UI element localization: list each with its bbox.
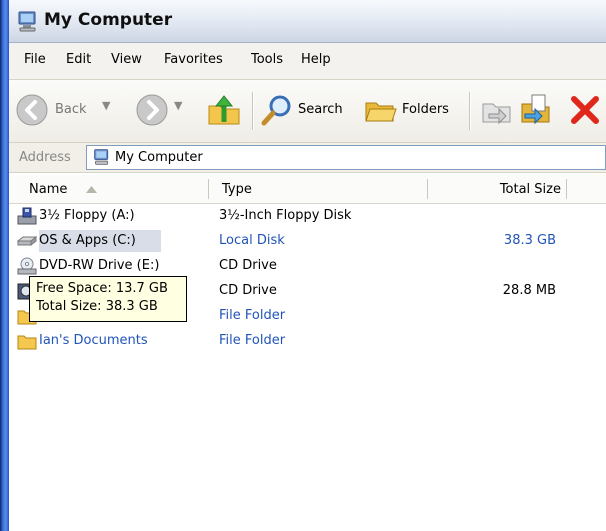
search-label: Search [298, 102, 343, 117]
search-icon [261, 95, 291, 126]
item-type: CD Drive [219, 258, 277, 273]
window-frame-left[interactable] [0, 0, 9, 531]
menu-tools[interactable]: Tools [251, 52, 283, 67]
column-name-label: Name [29, 182, 68, 197]
column-type-label: Type [222, 182, 252, 197]
folder-icon [17, 335, 37, 350]
tooltip-total-size: Total Size: 38.3 GB [36, 299, 158, 314]
search-button[interactable]: Search [260, 93, 356, 129]
forward-arrow-icon [136, 94, 168, 126]
item-name: OS & Apps (C:) [39, 233, 136, 248]
menu-help[interactable]: Help [301, 52, 331, 67]
column-header-type[interactable]: Type [210, 175, 426, 203]
item-name: 3½ Floppy (A:) [39, 208, 135, 223]
file-list: 3½ Floppy (A:) 3½-Inch Floppy Disk OS & … [9, 204, 606, 531]
item-name: DVD-RW Drive (E:) [39, 258, 160, 273]
move-to-icon[interactable] [481, 94, 513, 126]
list-item[interactable]: DVD-RW Drive (E:) CD Drive [9, 254, 606, 278]
menu-view[interactable]: View [111, 52, 142, 67]
folders-button[interactable]: Folders [364, 93, 460, 129]
menu-file[interactable]: File [24, 52, 46, 67]
toolbar-separator [252, 92, 253, 130]
window-title: My Computer [44, 10, 173, 30]
sort-ascending-icon [86, 186, 97, 193]
address-label: Address [19, 150, 71, 165]
menu-bar: File Edit View Favorites Tools Help [9, 43, 606, 80]
back-label: Back [55, 102, 87, 117]
item-total-size: 38.3 GB [503, 233, 556, 248]
item-type: CD Drive [219, 283, 277, 298]
forward-button[interactable]: ▼ [135, 93, 189, 129]
list-item[interactable]: Ian's Documents File Folder [9, 329, 606, 353]
item-total-size: 28.8 MB [502, 283, 556, 298]
dvd-drive-icon [17, 257, 37, 275]
floppy-drive-icon [17, 207, 37, 225]
menu-favorites[interactable]: Favorites [164, 52, 223, 67]
item-type: File Folder [219, 308, 286, 323]
address-field[interactable]: My Computer [86, 145, 606, 170]
explorer-window: My Computer File Edit View Favorites Too… [0, 0, 606, 531]
list-item[interactable]: 3½ Floppy (A:) 3½-Inch Floppy Disk [9, 204, 606, 228]
tooltip-free-space: Free Space: 13.7 GB [36, 281, 168, 296]
column-divider[interactable] [208, 179, 209, 199]
column-divider[interactable] [566, 179, 567, 199]
column-total-size-label: Total Size [499, 182, 561, 197]
column-header-bar: Name Type Total Size [9, 175, 606, 204]
chevron-down-icon[interactable]: ▼ [174, 99, 182, 112]
toolbar-separator [469, 92, 470, 130]
toolbar: Back ▼ ▼ Search Folders [9, 80, 606, 143]
item-type: File Folder [219, 333, 286, 348]
column-divider[interactable] [427, 179, 428, 199]
address-bar: Address My Computer [9, 143, 606, 173]
chevron-down-icon[interactable]: ▼ [102, 99, 110, 112]
folders-icon [365, 102, 397, 122]
delete-icon[interactable] [569, 94, 601, 126]
item-name: Ian's Documents [39, 333, 148, 348]
back-button[interactable]: Back ▼ [15, 93, 123, 129]
folders-label: Folders [402, 102, 449, 117]
column-header-total-size[interactable]: Total Size [429, 175, 565, 203]
up-folder-icon[interactable] [206, 92, 242, 128]
title-bar[interactable]: My Computer [9, 0, 606, 43]
column-header-name[interactable]: Name [9, 175, 207, 203]
address-value: My Computer [115, 150, 203, 165]
item-type: 3½-Inch Floppy Disk [219, 208, 352, 223]
list-item[interactable]: OS & Apps (C:) Local Disk 38.3 GB [9, 229, 606, 253]
hard-disk-icon [17, 235, 37, 247]
my-computer-icon [18, 11, 36, 32]
item-type: Local Disk [219, 233, 285, 248]
menu-edit[interactable]: Edit [66, 52, 91, 67]
drive-info-tooltip: Free Space: 13.7 GB Total Size: 38.3 GB [29, 276, 187, 322]
my-computer-icon [94, 149, 109, 165]
copy-to-icon[interactable] [519, 92, 553, 126]
back-arrow-icon [16, 94, 48, 126]
